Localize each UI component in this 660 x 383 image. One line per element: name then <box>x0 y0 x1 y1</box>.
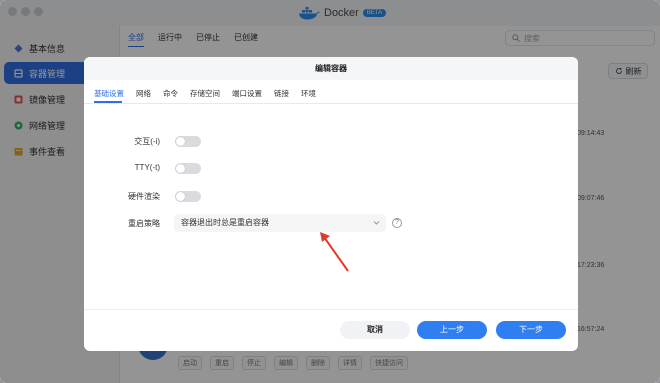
edit-container-dialog: 编辑容器 基础设置 网络 命令 存储空间 端口设置 链接 环境 交互(-i) T… <box>84 57 578 351</box>
tty-toggle[interactable] <box>175 163 201 174</box>
tab-port-settings[interactable]: 端口设置 <box>232 88 262 99</box>
tty-label: TTY(-t) <box>134 163 160 172</box>
tab-network[interactable]: 网络 <box>136 88 151 99</box>
restart-policy-label: 重启策略 <box>128 219 160 228</box>
dialog-title: 编辑容器 <box>84 57 578 80</box>
help-icon[interactable]: ? <box>392 218 402 228</box>
next-step-button[interactable]: 下一步 <box>496 321 566 339</box>
chevron-down-icon <box>373 221 380 225</box>
interactive-label: 交互(-i) <box>134 137 160 146</box>
previous-step-button[interactable]: 上一步 <box>417 321 487 339</box>
docker-window: Docker BETA 基本信息 容器管理 镜像管理 网络管理 事件查看 全部 … <box>0 0 660 383</box>
annotation-arrow-icon <box>320 232 349 272</box>
hardware-render-label: 硬件渲染 <box>128 192 160 201</box>
tab-environment[interactable]: 环境 <box>301 88 316 99</box>
tab-command[interactable]: 命令 <box>163 88 178 99</box>
interactive-toggle[interactable] <box>175 136 201 147</box>
restart-policy-value: 容器退出时总是重启容器 <box>181 218 269 227</box>
footer-divider <box>84 309 578 310</box>
tab-links[interactable]: 链接 <box>274 88 289 99</box>
tab-basic-settings[interactable]: 基础设置 <box>94 88 124 99</box>
tab-storage[interactable]: 存储空间 <box>190 88 220 99</box>
dialog-tabs: 基础设置 网络 命令 存储空间 端口设置 链接 环境 <box>94 88 316 99</box>
cancel-button[interactable]: 取消 <box>340 321 410 339</box>
hardware-render-toggle[interactable] <box>175 191 201 202</box>
tab-divider <box>84 103 578 104</box>
